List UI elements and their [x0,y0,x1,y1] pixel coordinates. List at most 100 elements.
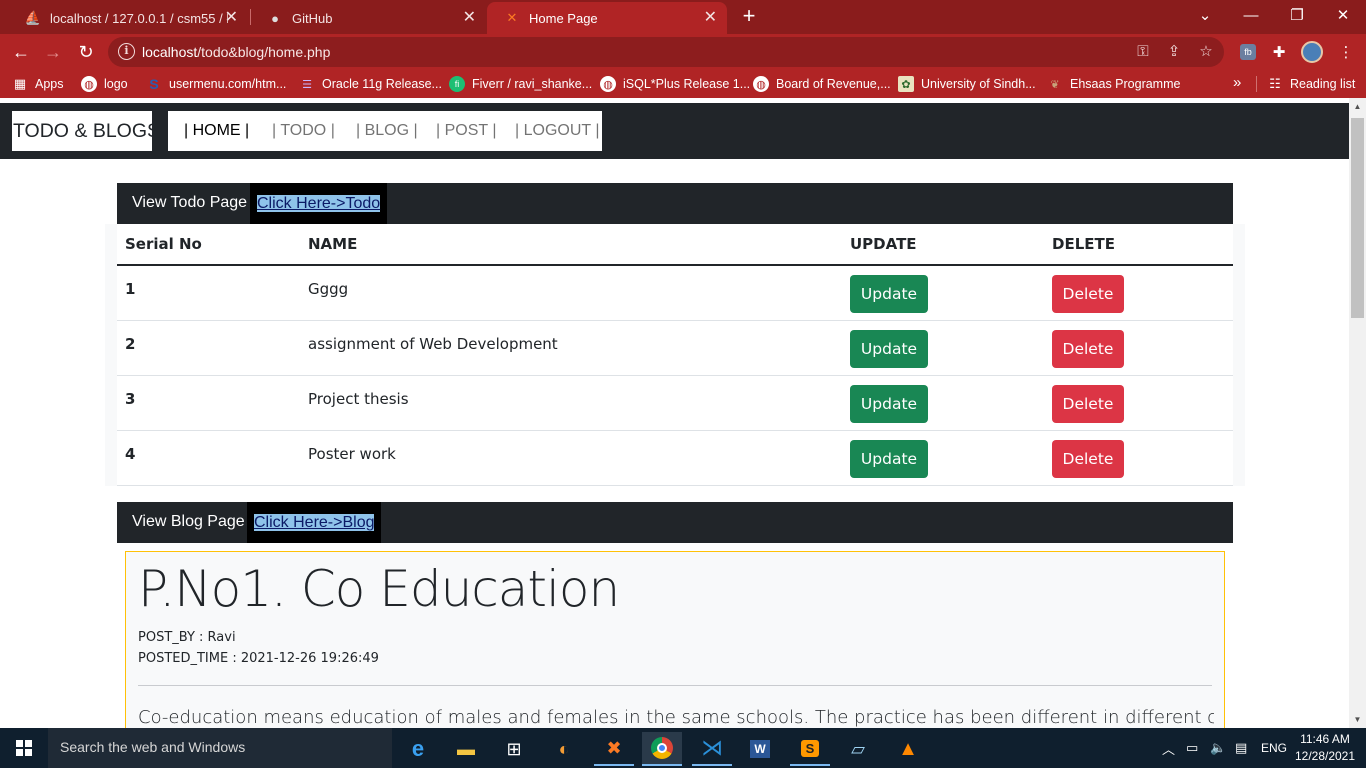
bookmark-label: logo [104,77,128,91]
more-bookmarks-icon[interactable]: » [1233,74,1241,91]
edge-icon[interactable]: e [398,732,438,766]
update-button[interactable]: Update [850,439,928,478]
language-indicator[interactable]: ENG [1261,728,1287,768]
post-title: P.No1. Co Education [138,560,620,618]
delete-cell: Delete [1044,265,1233,321]
sublime-text-icon[interactable]: S [790,732,830,766]
restore-button[interactable]: ❐ [1274,0,1320,30]
bookmark-isqlplus[interactable]: ◍ iSQL*Plus Release 1... [600,75,750,93]
vlc-icon[interactable]: ▲ [888,732,928,766]
menu-kebab-icon[interactable]: ⋮ [1334,40,1358,64]
tab-search-chevron-icon[interactable]: ⌄ [1182,0,1228,30]
bookmark-usermenu[interactable]: S usermenu.com/htm... [146,75,286,93]
tab-title: localhost / 127.0.0.1 / csm55 / bl [50,10,228,26]
nav-blog[interactable]: | BLOG | [356,111,418,151]
delete-button[interactable]: Delete [1052,384,1124,423]
bookmark-ehsaas[interactable]: ❦ Ehsaas Programme [1047,75,1180,93]
bookmark-apps[interactable]: ▦ Apps [12,75,64,93]
delete-button[interactable]: Delete [1052,275,1124,313]
delete-button[interactable]: Delete [1052,439,1124,478]
extension-fb-icon[interactable]: fb [1236,40,1260,64]
browser-tab-phpmyadmin[interactable]: ⛵ localhost / 127.0.0.1 / csm55 / bl ✕ [8,2,248,34]
tab-title: Home Page [529,10,598,26]
nav-todo[interactable]: | TODO | [272,111,335,151]
scroll-up-arrow-icon[interactable]: ▲ [1349,98,1366,115]
profile-avatar[interactable] [1301,41,1323,63]
xampp-icon: ✕ [506,10,518,25]
close-tab-icon[interactable]: ✕ [463,9,476,27]
battery-icon[interactable]: ▭ [1186,728,1198,768]
delete-button[interactable]: Delete [1052,329,1124,368]
todo-page-link[interactable]: Click Here->Todo [257,183,381,224]
address-url[interactable]: localhost/todo&blog/home.php [142,44,330,60]
s-logo-icon: S [149,76,159,92]
bookmark-logo[interactable]: ◍ logo [81,75,128,93]
scroll-down-arrow-icon[interactable]: ▼ [1349,711,1366,728]
volume-icon[interactable]: 🔈 [1210,728,1226,768]
close-tab-icon[interactable]: ✕ [704,9,717,27]
globe-icon: ◍ [753,76,769,92]
site-info-icon[interactable]: i [118,43,135,60]
forward-arrow-icon[interactable]: → [40,40,66,64]
bookmark-label: usermenu.com/htm... [169,77,287,91]
page-scrollbar[interactable]: ▲ ▼ [1349,98,1366,728]
show-hidden-icons-chevron-icon[interactable]: ︿ [1162,728,1175,768]
start-button[interactable] [0,728,48,768]
update-cell: Update [842,320,1044,376]
taskbar-clock[interactable]: 11:46 AM 12/28/2021 [1290,731,1360,765]
bookmark-star-icon[interactable]: ☆ [1196,42,1216,62]
reading-list-button[interactable]: ☷ Reading list [1267,75,1355,93]
xampp-icon[interactable]: ✖ [594,732,634,766]
notifications-icon[interactable]: ▤ [1235,728,1247,768]
bookmark-fiverr[interactable]: fi Fiverr / ravi_shanke... [449,75,592,93]
nav-home[interactable]: | HOME | [184,111,249,151]
site-brand[interactable]: TODO & BLOGS [12,111,152,151]
update-button[interactable]: Update [850,275,928,313]
browser-tab-strip: ⛵ localhost / 127.0.0.1 / csm55 / bl ✕ ●… [0,0,1366,34]
vscode-icon[interactable]: ⋊ [692,732,732,766]
share-icon[interactable]: ⇪ [1164,42,1184,62]
minimize-button[interactable]: — [1228,0,1274,30]
bookmark-label: Apps [35,77,64,91]
address-bar[interactable]: i localhost/todo&blog/home.php ⚿ ⇪ ☆ [108,37,1224,67]
todo-section-label: View Todo Page [132,194,248,211]
new-tab-button[interactable]: + [738,5,760,27]
back-arrow-icon[interactable]: ← [8,40,34,64]
bookmark-oracle[interactable]: ☰ Oracle 11g Release... [299,75,442,93]
close-tab-icon[interactable]: ✕ [225,9,238,27]
url-path: /todo&blog/home.php [197,44,331,60]
blog-page-link[interactable]: Click Here->Blog [254,502,375,543]
reload-icon[interactable]: ↻ [73,40,99,64]
store-icon[interactable]: ⊞ [494,732,534,766]
bookmark-university-of-sindh[interactable]: ✿ University of Sindh... [898,75,1036,93]
chrome-icon[interactable] [642,732,682,766]
taskbar-search-placeholder: Search the web and Windows [60,739,246,755]
nav-logout[interactable]: | LOGOUT | [515,111,599,151]
row-serial: 3 [117,375,300,431]
bookmarks-divider [1256,76,1257,92]
nav-post[interactable]: | POST | [436,111,496,151]
uc-browser-icon[interactable]: ◐ [544,732,584,766]
delete-cell: Delete [1044,320,1233,376]
url-host: localhost [142,44,198,60]
update-button[interactable]: Update [850,384,928,423]
todo-table: Serial No NAME UPDATE DELETE 1 Gggg Upda… [117,224,1233,486]
update-button[interactable]: Update [850,329,928,368]
browser-tab-home-page[interactable]: ✕ Home Page ✕ [487,2,727,34]
bookmark-board-of-revenue[interactable]: ◍ Board of Revenue,... [753,75,891,93]
bookmark-label: University of Sindh... [921,77,1036,91]
nav-links: | HOME | | TODO | | BLOG | | POST | | LO… [168,111,602,151]
close-window-button[interactable]: ✕ [1320,0,1366,30]
todo-section-header: View Todo Page Click Here->Todo [117,183,1233,224]
taskbar-search[interactable]: Search the web and Windows [48,728,392,768]
reading-list-icon: ☷ [1269,76,1281,91]
scrollbar-thumb[interactable] [1351,118,1364,318]
word-icon[interactable]: W [740,732,780,766]
key-icon[interactable]: ⚿ [1133,42,1153,62]
row-name: assignment of Web Development [300,320,842,376]
file-explorer-icon[interactable]: ▬ [446,732,486,766]
extensions-puzzle-icon[interactable]: ✚ [1267,40,1291,64]
column-header-update: UPDATE [842,224,1044,266]
browser-tab-github[interactable]: ● GitHub ✕ [250,2,486,34]
notepad-icon[interactable]: ▱ [838,732,878,766]
